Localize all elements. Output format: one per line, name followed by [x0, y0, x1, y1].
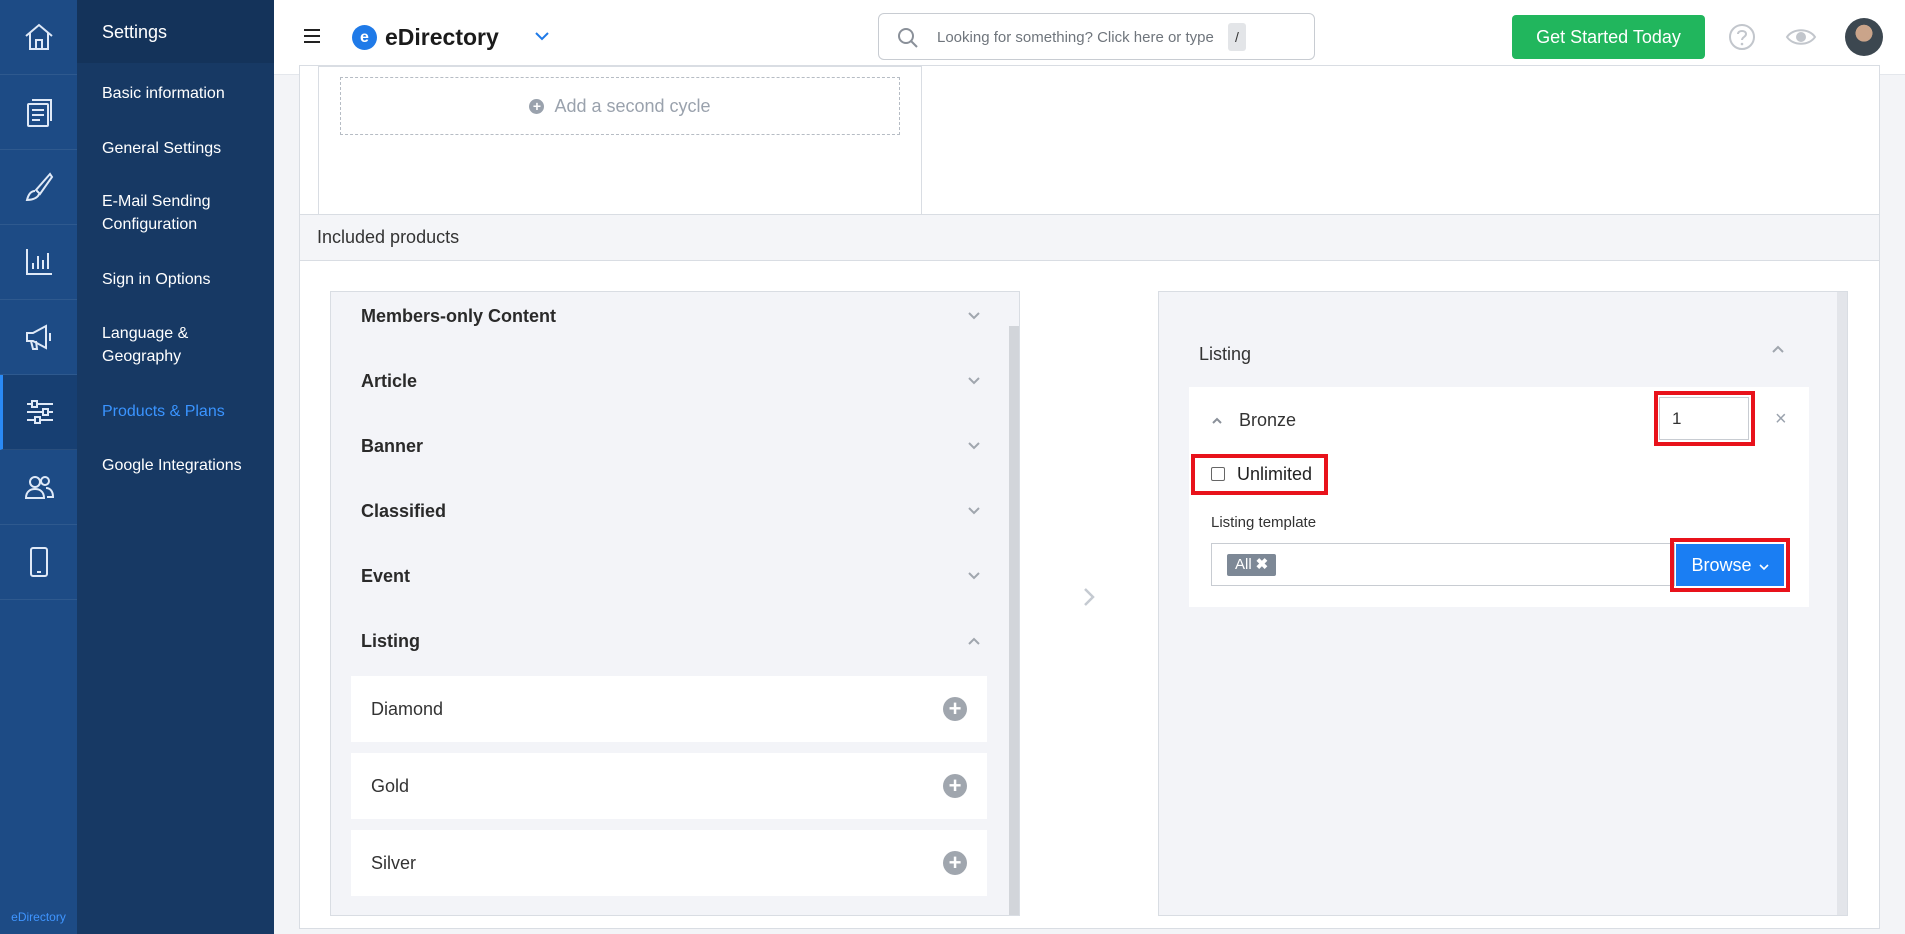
top-bar: e eDirectory Looking for something? Clic… [274, 0, 1905, 75]
menu-item-general-settings[interactable]: General Settings [77, 137, 274, 160]
listing-level-gold: Gold + [351, 753, 987, 819]
included-products-card: Included products Members-only Content A… [299, 214, 1880, 929]
rail-mobile[interactable] [0, 525, 77, 600]
browse-label: Browse [1691, 555, 1752, 575]
add-plus-icon[interactable]: + [943, 774, 967, 798]
chevron-down-icon [968, 507, 980, 515]
available-products-panel: Members-only Content Article Banner Clas… [330, 291, 1020, 916]
brush-icon [25, 172, 53, 202]
tag-remove-icon[interactable]: ✖ [1256, 556, 1269, 573]
menu-item-sign-in-options[interactable]: Sign in Options [77, 268, 274, 291]
category-listing[interactable]: Listing [361, 626, 981, 656]
unlimited-label: Unlimited [1237, 464, 1313, 484]
add-plus-icon[interactable]: + [943, 697, 967, 721]
listing-level-label: Gold [371, 775, 410, 796]
left-panel-scrollbar[interactable] [1009, 326, 1019, 915]
preview-eye-icon[interactable] [1785, 25, 1817, 49]
quantity-input[interactable] [1659, 397, 1749, 440]
template-tag: All ✖ [1227, 554, 1277, 576]
menu-item-email-sending[interactable]: E-Mail Sending Configuration [77, 190, 247, 236]
main-content: + Add a second cycle Included products M… [274, 65, 1905, 934]
chevron-down-icon [1758, 564, 1769, 571]
rail-users[interactable] [0, 450, 77, 525]
search-placeholder: Looking for something? Click here or typ… [937, 29, 1214, 46]
category-event[interactable]: Event [361, 561, 981, 591]
chevron-right-icon [1084, 588, 1095, 606]
rail-settings[interactable] [0, 375, 77, 450]
settings-menu-title: Settings [77, 0, 274, 63]
template-tag-label: All [1235, 556, 1252, 573]
menu-item-google-integrations[interactable]: Google Integrations [77, 454, 274, 477]
unlimited-checkbox[interactable] [1211, 467, 1225, 481]
logo-text: eDirectory [385, 24, 499, 50]
rail-promote[interactable] [0, 300, 77, 375]
selected-products-panel: Listing Bronze × Unlimited Listing templ… [1158, 291, 1848, 916]
chevron-down-icon [968, 377, 980, 385]
browse-button[interactable]: Browse [1676, 544, 1784, 586]
category-members-only-content[interactable]: Members-only Content [361, 301, 981, 331]
documents-icon [26, 99, 52, 127]
rail-brand: eDirectory [11, 910, 66, 924]
remove-item-close-icon[interactable]: × [1775, 408, 1787, 431]
logo-badge: e [352, 25, 377, 50]
icon-rail: eDirectory [0, 0, 77, 934]
add-plus-icon[interactable]: + [943, 851, 967, 875]
category-label: Event [361, 565, 411, 586]
listing-level-label: Diamond [371, 698, 444, 719]
selected-item-label: Bronze [1239, 410, 1297, 430]
bar-chart-icon [25, 249, 52, 275]
selected-group-title: Listing [1199, 344, 1252, 364]
item-collapse-chevron-icon[interactable] [1211, 416, 1223, 425]
site-switcher-chevron-icon[interactable] [534, 30, 550, 42]
menu-item-language-geography[interactable]: Language & Geography [77, 322, 217, 368]
category-label: Article [361, 370, 418, 391]
chevron-down-icon [968, 572, 980, 580]
help-icon[interactable] [1728, 23, 1756, 51]
search-icon [898, 28, 918, 48]
search-input[interactable]: Looking for something? Click here or typ… [878, 13, 1315, 60]
category-label: Members-only Content [361, 305, 557, 326]
category-label: Banner [361, 435, 424, 456]
search-shortcut-key: / [1228, 23, 1246, 51]
add-circle-icon: + [529, 98, 545, 114]
chevron-down-icon [968, 442, 980, 450]
add-second-cycle-label: Add a second cycle [554, 95, 711, 116]
mobile-icon [29, 547, 48, 577]
listing-level-silver: Silver + [351, 830, 987, 896]
settings-menu: Settings Basic information General Setti… [77, 0, 274, 934]
get-started-button[interactable]: Get Started Today [1512, 15, 1705, 59]
rail-content[interactable] [0, 75, 77, 150]
listing-level-label: Silver [371, 852, 417, 873]
home-icon [24, 23, 53, 50]
cycle-box: + Add a second cycle [318, 66, 922, 224]
megaphone-icon [25, 324, 51, 350]
category-label: Listing [361, 630, 420, 651]
user-avatar[interactable] [1845, 18, 1883, 56]
add-second-cycle-button[interactable]: + Add a second cycle [340, 77, 900, 135]
hamburger-menu-icon[interactable] [304, 29, 320, 43]
sliders-icon [27, 400, 53, 424]
rail-reports[interactable] [0, 225, 77, 300]
rail-home[interactable] [0, 0, 77, 75]
category-classified[interactable]: Classified [361, 496, 981, 526]
category-article[interactable]: Article [361, 366, 981, 396]
chevron-up-icon [968, 637, 980, 645]
included-products-title: Included products [300, 215, 1879, 261]
chevron-down-icon [968, 312, 980, 320]
menu-item-products-plans[interactable]: Products & Plans [77, 400, 274, 423]
category-label: Classified [361, 500, 447, 521]
menu-item-basic-information[interactable]: Basic information [77, 82, 274, 105]
selected-item-card: Bronze × Unlimited Listing template All✖… [1189, 387, 1809, 607]
rail-design[interactable] [0, 150, 77, 225]
listing-template-label: Listing template [1211, 514, 1317, 531]
listing-level-diamond: Diamond + [351, 676, 987, 742]
listing-template-field[interactable]: All ✖ [1211, 543, 1675, 586]
site-logo[interactable]: e eDirectory [352, 24, 499, 51]
collapse-chevron-up-icon[interactable] [1771, 344, 1785, 354]
users-icon [24, 476, 54, 499]
right-panel-scrollbar[interactable] [1837, 292, 1847, 915]
category-banner[interactable]: Banner [361, 431, 981, 461]
